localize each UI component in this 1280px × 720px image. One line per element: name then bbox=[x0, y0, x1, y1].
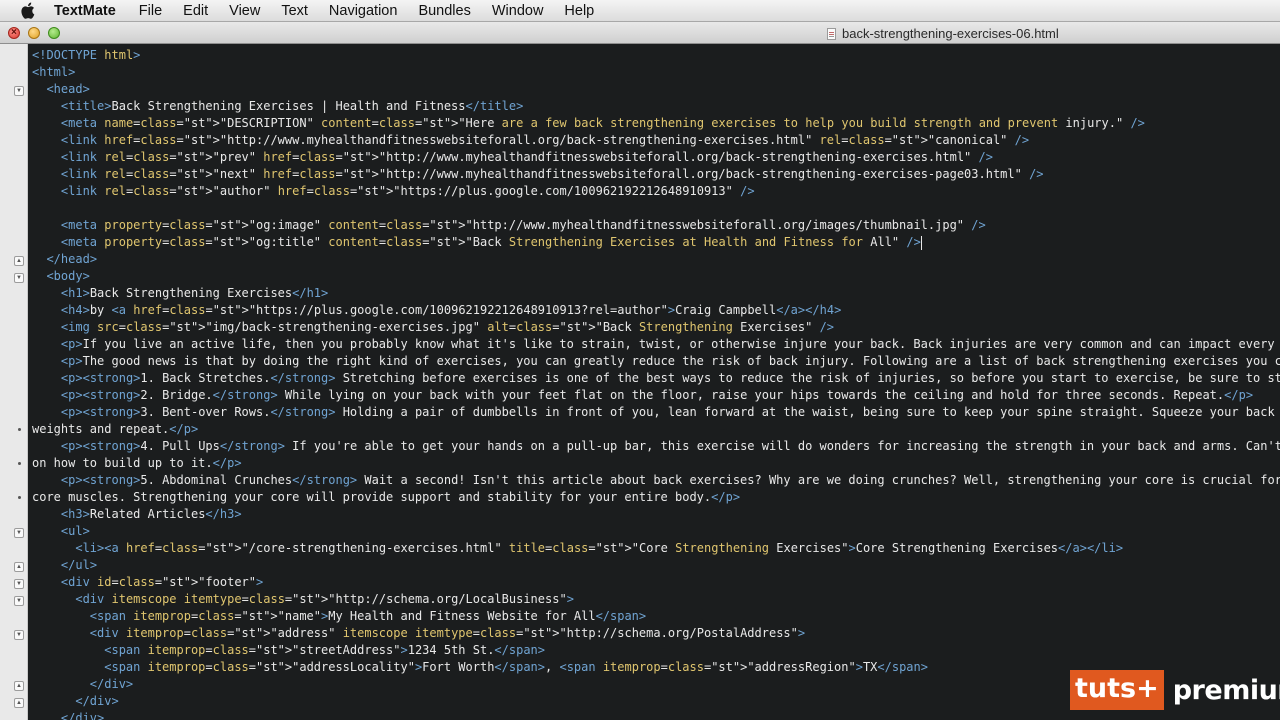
code-line[interactable]: <meta property=class="st">"og:title" con… bbox=[32, 234, 922, 251]
fold-toggle-address[interactable]: ▼ bbox=[14, 630, 24, 640]
code-line[interactable]: <html> bbox=[32, 64, 75, 81]
fold-toggle-body[interactable]: ▼ bbox=[14, 273, 24, 283]
menu-view[interactable]: View bbox=[229, 3, 260, 19]
fold-toggle-ul[interactable]: ▼ bbox=[14, 528, 24, 538]
fold-toggle-address-end[interactable]: ▲ bbox=[14, 681, 24, 691]
text-cursor bbox=[920, 235, 922, 250]
soft-wrap-indicator bbox=[18, 462, 21, 465]
close-window-button[interactable]: × bbox=[8, 27, 20, 39]
code-line[interactable]: </div> bbox=[32, 710, 104, 720]
apple-icon[interactable] bbox=[20, 2, 36, 19]
code-line[interactable]: <span itemprop=class="st">"addressLocali… bbox=[32, 659, 928, 676]
menu-edit[interactable]: Edit bbox=[183, 3, 208, 19]
code-line[interactable]: <ul> bbox=[32, 523, 90, 540]
code-line[interactable]: <p><strong>2. Bridge.</strong> While lyi… bbox=[32, 387, 1253, 404]
code-line[interactable]: <li><a href=class="st">"/core-strengthen… bbox=[32, 540, 1123, 557]
code-line[interactable]: <img src=class="st">"img/back-strengthen… bbox=[32, 319, 834, 336]
code-line[interactable]: <span itemprop=class="st">"name">My Heal… bbox=[32, 608, 646, 625]
code-line[interactable]: <p>The good news is that by doing the ri… bbox=[32, 353, 1280, 370]
editor-gutter: ▼ ▲ ▼ ▼ ▲ ▼ ▼ ▼ ▲ ▲ bbox=[0, 44, 28, 720]
code-line[interactable]: <p><strong>1. Back Stretches.</strong> S… bbox=[32, 370, 1280, 387]
code-line[interactable]: <p>If you live an active life, then you … bbox=[32, 336, 1275, 353]
html-document-icon bbox=[827, 27, 836, 40]
code-line[interactable]: <h1>Back Strengthening Exercises</h1> bbox=[32, 285, 328, 302]
code-line[interactable]: <link href=class="st">"http://www.myheal… bbox=[32, 132, 1029, 149]
code-line[interactable]: <link rel=class="st">"next" href=class="… bbox=[32, 166, 1044, 183]
menu-text[interactable]: Text bbox=[281, 3, 308, 19]
code-line[interactable]: <meta name=class="st">"DESCRIPTION" cont… bbox=[32, 115, 1145, 132]
code-line[interactable]: <meta property=class="st">"og:image" con… bbox=[32, 217, 986, 234]
window-title-bar: × back-strengthening-exercises-06.html bbox=[0, 22, 1280, 44]
code-line[interactable]: <div id=class="st">"footer"> bbox=[32, 574, 263, 591]
menu-app-name[interactable]: TextMate bbox=[54, 3, 116, 19]
code-line[interactable]: <link rel=class="st">"prev" href=class="… bbox=[32, 149, 993, 166]
menu-help[interactable]: Help bbox=[564, 3, 594, 19]
code-line[interactable]: </div> bbox=[32, 676, 133, 693]
menu-file[interactable]: File bbox=[139, 3, 162, 19]
menu-bar: TextMate File Edit View Text Navigation … bbox=[0, 0, 1280, 22]
fold-toggle-ul-end[interactable]: ▲ bbox=[14, 562, 24, 572]
code-line[interactable]: weights and repeat.</p> bbox=[32, 421, 198, 438]
window-title: back-strengthening-exercises-06.html bbox=[827, 26, 1059, 41]
code-line[interactable]: </div> bbox=[32, 693, 118, 710]
fold-toggle-head-end[interactable]: ▲ bbox=[14, 256, 24, 266]
code-line[interactable]: <p><strong>3. Bent-over Rows.</strong> H… bbox=[32, 404, 1280, 421]
close-icon: × bbox=[11, 27, 17, 38]
fold-toggle-localbusiness[interactable]: ▼ bbox=[14, 596, 24, 606]
code-editor[interactable]: <!DOCTYPE html> <html> <head> <title>Back… bbox=[28, 44, 1280, 720]
window-title-text: back-strengthening-exercises-06.html bbox=[842, 26, 1059, 41]
code-line[interactable]: <p><strong>4. Pull Ups</strong> If you'r… bbox=[32, 438, 1280, 455]
code-line[interactable]: </head> bbox=[32, 251, 97, 268]
menu-bundles[interactable]: Bundles bbox=[418, 3, 470, 19]
code-line[interactable]: <div itemscope itemtype=class="st">"http… bbox=[32, 591, 574, 608]
code-line[interactable]: <h4>by <a href=class="st">"https://plus.… bbox=[32, 302, 841, 319]
soft-wrap-indicator bbox=[18, 428, 21, 431]
tuts-premium-watermark: tuts+ premium bbox=[1070, 670, 1280, 710]
fold-toggle-footer[interactable]: ▼ bbox=[14, 579, 24, 589]
premium-text: premium bbox=[1172, 674, 1280, 706]
code-line[interactable]: on how to build up to it.</p> bbox=[32, 455, 242, 472]
code-line[interactable]: <div itemprop=class="st">"address" items… bbox=[32, 625, 805, 642]
menu-navigation[interactable]: Navigation bbox=[329, 3, 398, 19]
fold-toggle-localbusiness-end[interactable]: ▲ bbox=[14, 698, 24, 708]
code-line[interactable]: <head> bbox=[32, 81, 89, 98]
code-line[interactable]: <!DOCTYPE html> bbox=[32, 47, 140, 64]
code-line[interactable]: core muscles. Strengthening your core wi… bbox=[32, 489, 740, 506]
code-line[interactable]: <link rel=class="st">"author" href=class… bbox=[32, 183, 755, 200]
code-line[interactable]: <p><strong>5. Abdominal Crunches</strong… bbox=[32, 472, 1280, 489]
tuts-logo: tuts+ bbox=[1070, 670, 1164, 710]
fold-toggle-head[interactable]: ▼ bbox=[14, 86, 24, 96]
code-line[interactable]: <body> bbox=[32, 268, 89, 285]
soft-wrap-indicator bbox=[18, 496, 21, 499]
code-line[interactable]: </ul> bbox=[32, 557, 97, 574]
code-line[interactable]: <title>Back Strengthening Exercises | He… bbox=[32, 98, 523, 115]
zoom-window-button[interactable] bbox=[48, 27, 60, 39]
code-line[interactable]: <span itemprop=class="st">"streetAddress… bbox=[32, 642, 545, 659]
minimize-window-button[interactable] bbox=[28, 27, 40, 39]
menu-window[interactable]: Window bbox=[492, 3, 544, 19]
code-line[interactable]: <h3>Related Articles</h3> bbox=[32, 506, 242, 523]
